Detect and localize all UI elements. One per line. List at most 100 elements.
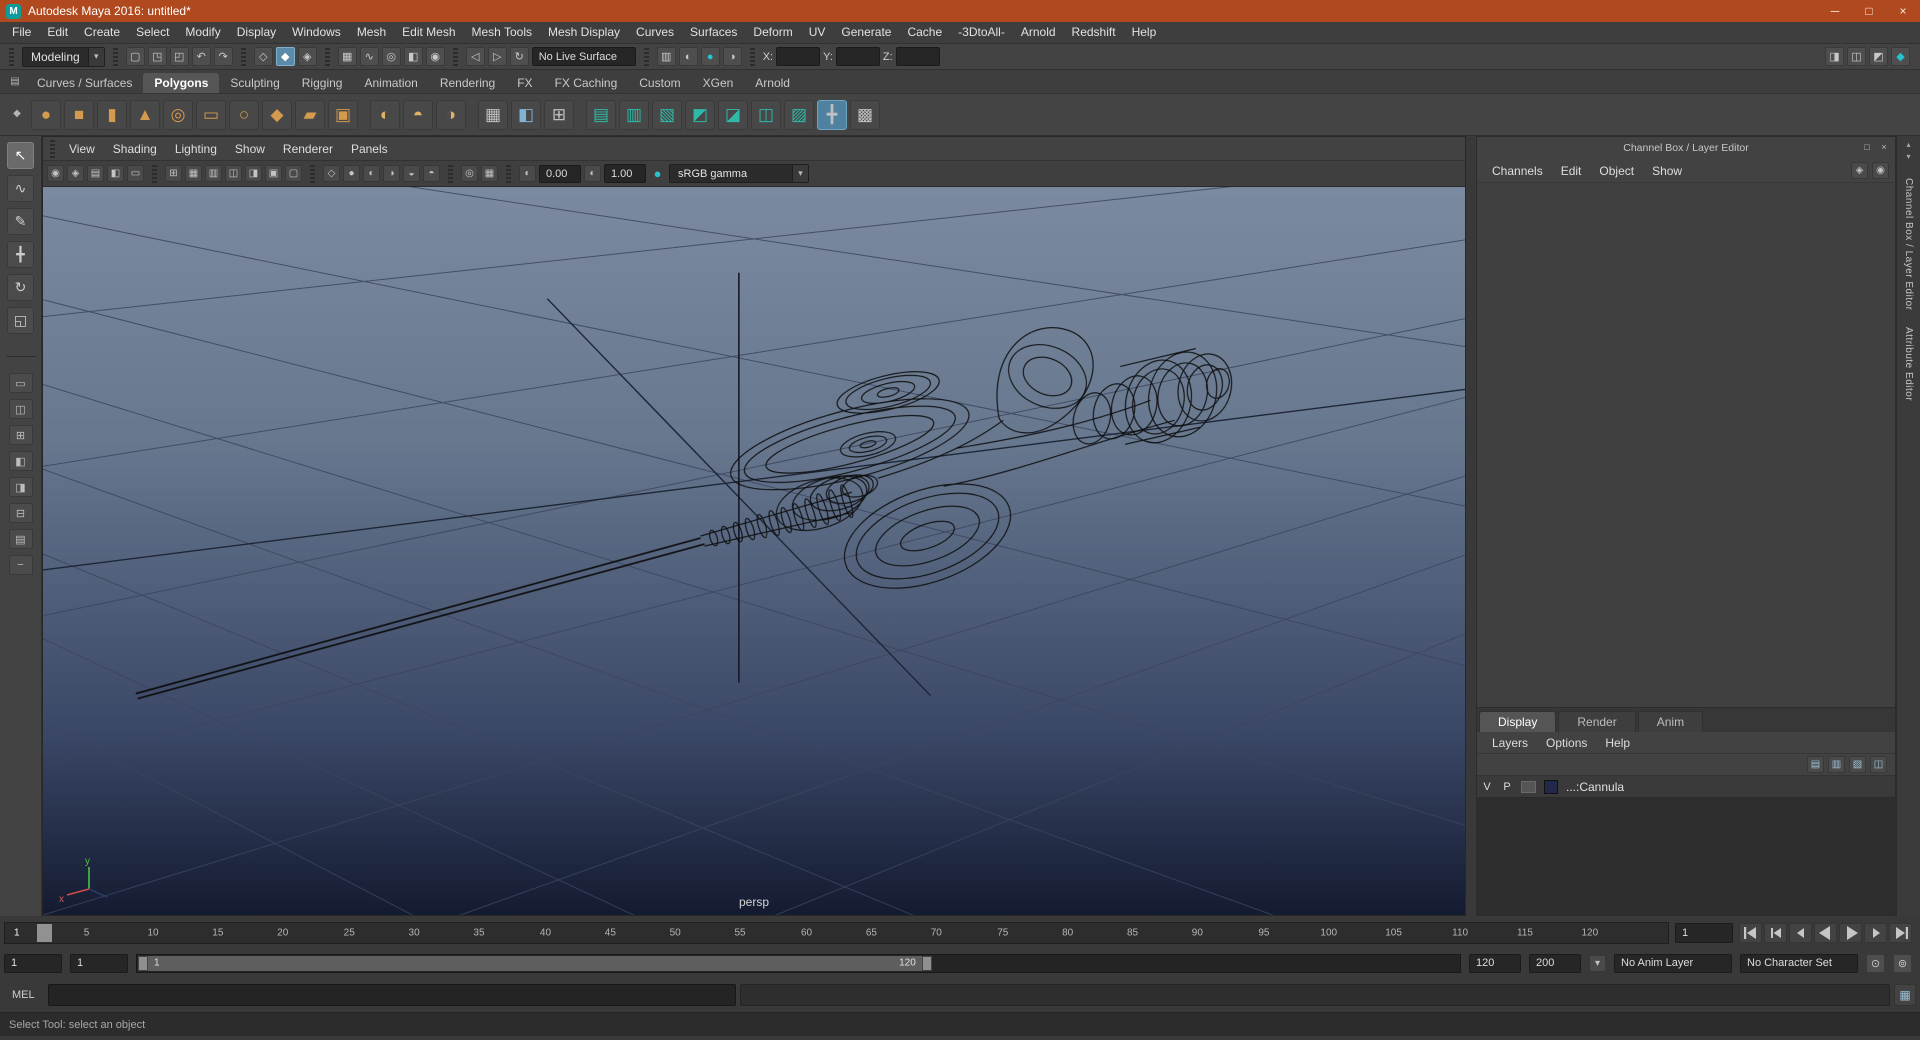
menu-curves[interactable]: Curves bbox=[628, 22, 682, 43]
view-transform-dropdown[interactable]: sRGB gamma ▾ bbox=[669, 164, 809, 183]
menu-help[interactable]: Help bbox=[1124, 22, 1165, 43]
range-end-handle[interactable] bbox=[921, 955, 932, 971]
menu-modify[interactable]: Modify bbox=[177, 22, 228, 43]
range-start-handle[interactable] bbox=[138, 955, 148, 971]
select-camera-icon[interactable]: ◉ bbox=[47, 165, 64, 182]
menu-redshift[interactable]: Redshift bbox=[1064, 22, 1124, 43]
go-to-start-button[interactable] bbox=[1739, 923, 1762, 943]
layout-two-panes-icon[interactable]: ◫ bbox=[8, 399, 33, 419]
gamma-field[interactable]: 1.00 bbox=[604, 164, 646, 183]
layout-three-left-icon[interactable]: ◧ bbox=[8, 451, 33, 471]
move-layer-icon[interactable]: ▤ bbox=[1807, 756, 1824, 773]
image-plane-icon[interactable]: ▭ bbox=[127, 165, 144, 182]
menu-generate[interactable]: Generate bbox=[833, 22, 899, 43]
script-editor-icon[interactable]: ▦ bbox=[1894, 984, 1916, 1006]
output-connections-icon[interactable]: ▷ bbox=[487, 47, 507, 66]
character-set-field[interactable]: No Character Set bbox=[1740, 953, 1858, 973]
close-button-icon[interactable]: × bbox=[1886, 0, 1920, 22]
shaded-display-icon[interactable]: ● bbox=[343, 165, 360, 182]
playback-start-field[interactable]: 1 bbox=[70, 953, 128, 973]
multi-cut-icon[interactable]: ◧ bbox=[511, 99, 541, 130]
poly-prism-icon[interactable]: ▰ bbox=[295, 99, 325, 130]
menu-windows[interactable]: Windows bbox=[284, 22, 349, 43]
play-backwards-button[interactable] bbox=[1814, 923, 1837, 943]
select-object-icon[interactable]: ◆ bbox=[275, 47, 295, 66]
exposure-icon[interactable]: ◐ bbox=[519, 165, 536, 182]
render-view-icon[interactable]: ▥ bbox=[656, 47, 676, 66]
viewport-menu-panels[interactable]: Panels bbox=[342, 142, 397, 156]
statusline-grip[interactable] bbox=[452, 47, 458, 66]
shelf-tab-rendering[interactable]: Rendering bbox=[429, 73, 506, 93]
statusline-grip[interactable] bbox=[240, 47, 246, 66]
shelf-tab-fx-caching[interactable]: FX Caching bbox=[544, 73, 629, 93]
shelf-tab-arnold[interactable]: Arnold bbox=[744, 73, 801, 93]
menu-deform[interactable]: Deform bbox=[745, 22, 800, 43]
go-to-end-button[interactable] bbox=[1889, 923, 1912, 943]
grid-toggle-icon[interactable]: ▦ bbox=[185, 165, 202, 182]
save-scene-icon[interactable]: ◰ bbox=[169, 47, 189, 66]
layout-three-right-icon[interactable]: ◨ bbox=[8, 477, 33, 497]
statusline-grip[interactable] bbox=[749, 47, 755, 66]
current-frame-marker[interactable] bbox=[37, 924, 52, 942]
isolate-select-icon[interactable]: ◎ bbox=[461, 165, 478, 182]
step-forward-frame-button[interactable] bbox=[1864, 923, 1887, 943]
auto-keyframe-icon[interactable]: ⊙ bbox=[1866, 953, 1885, 973]
menu-select[interactable]: Select bbox=[128, 22, 177, 43]
layout-single-pane-icon[interactable]: ▭ bbox=[8, 373, 33, 393]
statusline-grip[interactable] bbox=[9, 47, 14, 66]
range-slider-bar[interactable]: 1 120 bbox=[138, 955, 932, 971]
gamma-icon[interactable]: ◐ bbox=[584, 165, 601, 182]
viewport-menu-lighting[interactable]: Lighting bbox=[166, 142, 226, 156]
layer-playback-toggle[interactable]: P bbox=[1497, 781, 1517, 793]
rotate-tool-icon[interactable]: ↻ bbox=[7, 274, 34, 301]
select-hierarchy-icon[interactable]: ◇ bbox=[253, 47, 273, 66]
playback-end-field[interactable]: 120 bbox=[1469, 953, 1521, 973]
shadows-display-icon[interactable]: ◒ bbox=[403, 165, 420, 182]
poly-pyramid-icon[interactable]: ◆ bbox=[262, 99, 292, 130]
layer-list[interactable]: V P ...:Cannula bbox=[1477, 776, 1895, 915]
film-gate-icon[interactable]: ▥ bbox=[205, 165, 222, 182]
channel-list-area[interactable] bbox=[1477, 183, 1895, 707]
shelf-tabs-menu-icon[interactable]: ▤ bbox=[6, 72, 24, 90]
layer-visibility-toggle[interactable]: V bbox=[1477, 781, 1497, 793]
statusline-grip[interactable] bbox=[324, 47, 330, 66]
command-input[interactable] bbox=[48, 984, 737, 1006]
snap-live-icon[interactable]: ◉ bbox=[425, 47, 445, 66]
range-slider[interactable]: 1 120 bbox=[136, 953, 1461, 973]
shelf-tab-fx[interactable]: FX bbox=[506, 73, 543, 93]
ambient-occlusion-icon[interactable]: ◓ bbox=[423, 165, 440, 182]
shelf-tab-rigging[interactable]: Rigging bbox=[291, 73, 354, 93]
poly-cone-icon[interactable]: ▲ bbox=[130, 99, 160, 130]
shelf-tab-animation[interactable]: Animation bbox=[353, 73, 428, 93]
subdiv-proxy-icon[interactable]: ◓ bbox=[403, 99, 433, 130]
dock-collapse-icon[interactable]: ▴ bbox=[1901, 138, 1917, 150]
snap-curve-icon[interactable]: ∿ bbox=[359, 47, 379, 66]
layer-color-swatch[interactable] bbox=[1544, 779, 1558, 794]
animation-start-field[interactable]: 1 bbox=[4, 953, 62, 973]
lock-camera-icon[interactable]: ◈ bbox=[67, 165, 84, 182]
menu-uv[interactable]: UV bbox=[801, 22, 834, 43]
scale-tool-icon[interactable]: ◱ bbox=[7, 307, 34, 334]
viewport-menu-renderer[interactable]: Renderer bbox=[274, 142, 342, 156]
time-slider[interactable]: 1 5 10 15 20 25 30 35 40 45 50 55 60 65 … bbox=[4, 922, 1669, 944]
sphere-shaded-icon[interactable]: ◑ bbox=[436, 99, 466, 130]
maximize-button-icon[interactable]: □ bbox=[1852, 0, 1886, 22]
layout-outliner-persp-icon[interactable]: ▤ bbox=[8, 529, 33, 549]
2d-pan-zoom-icon[interactable]: ⊞ bbox=[165, 165, 182, 182]
menu-mesh-tools[interactable]: Mesh Tools bbox=[464, 22, 540, 43]
snap-grid-icon[interactable]: ▦ bbox=[337, 47, 357, 66]
range-spinner-icon[interactable]: ▾ bbox=[1589, 954, 1606, 972]
viewport-menubar-grip[interactable] bbox=[50, 139, 55, 158]
construction-history-icon[interactable]: ↻ bbox=[509, 47, 529, 66]
statusline-grip[interactable] bbox=[112, 47, 118, 66]
minimize-button-icon[interactable]: ─ bbox=[1818, 0, 1852, 22]
close-panel-icon[interactable]: × bbox=[1877, 140, 1891, 154]
layout-stacked-icon[interactable]: ⊟ bbox=[8, 503, 33, 523]
z-coord-input[interactable] bbox=[895, 47, 940, 66]
tab-anim-layers[interactable]: Anim bbox=[1637, 711, 1704, 732]
dock-tab-attribute-editor[interactable]: Attribute Editor bbox=[1903, 327, 1914, 401]
shelf-tab-curves-surfaces[interactable]: Curves / Surfaces bbox=[26, 73, 143, 93]
snap-plane-icon[interactable]: ◧ bbox=[403, 47, 423, 66]
viewport-menu-show[interactable]: Show bbox=[226, 142, 274, 156]
viewport-3d-view[interactable]: x y persp bbox=[43, 187, 1465, 915]
